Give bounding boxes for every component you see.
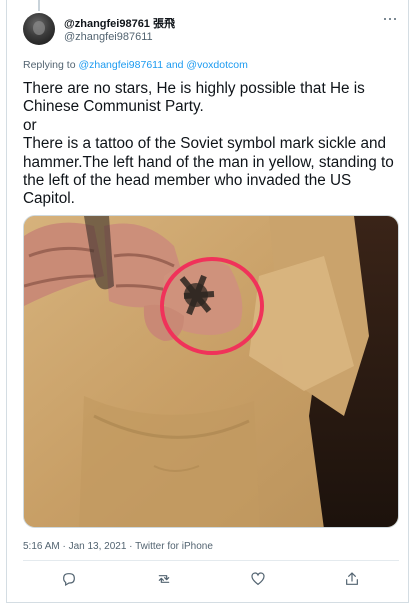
- thread-connector-line: [38, 0, 40, 11]
- tweet-text: There are no stars, He is highly possibl…: [23, 80, 394, 208]
- heart-icon[interactable]: [248, 569, 268, 589]
- display-name[interactable]: @zhangfei98761 張飛: [64, 15, 175, 31]
- more-horizontal-icon[interactable]: [381, 12, 399, 26]
- share-icon[interactable]: [342, 569, 362, 589]
- photo-content: [24, 216, 398, 527]
- reply-icon[interactable]: [59, 569, 79, 589]
- tweet-photo[interactable]: [23, 215, 399, 528]
- replying-to-link[interactable]: @zhangfei987611 and @voxdotcom: [78, 59, 247, 71]
- replying-to-label: Replying to: [23, 59, 76, 71]
- tweet-timestamp[interactable]: 5:16 AM · Jan 13, 2021 · Twitter for iPh…: [23, 541, 213, 552]
- retweet-icon[interactable]: [154, 569, 174, 589]
- avatar[interactable]: [23, 13, 55, 45]
- divider: [23, 560, 399, 561]
- action-bar: [23, 569, 399, 589]
- replying-to: Replying to @zhangfei987611 and @voxdotc…: [23, 59, 248, 71]
- user-handle[interactable]: @zhangfei987611: [64, 31, 153, 43]
